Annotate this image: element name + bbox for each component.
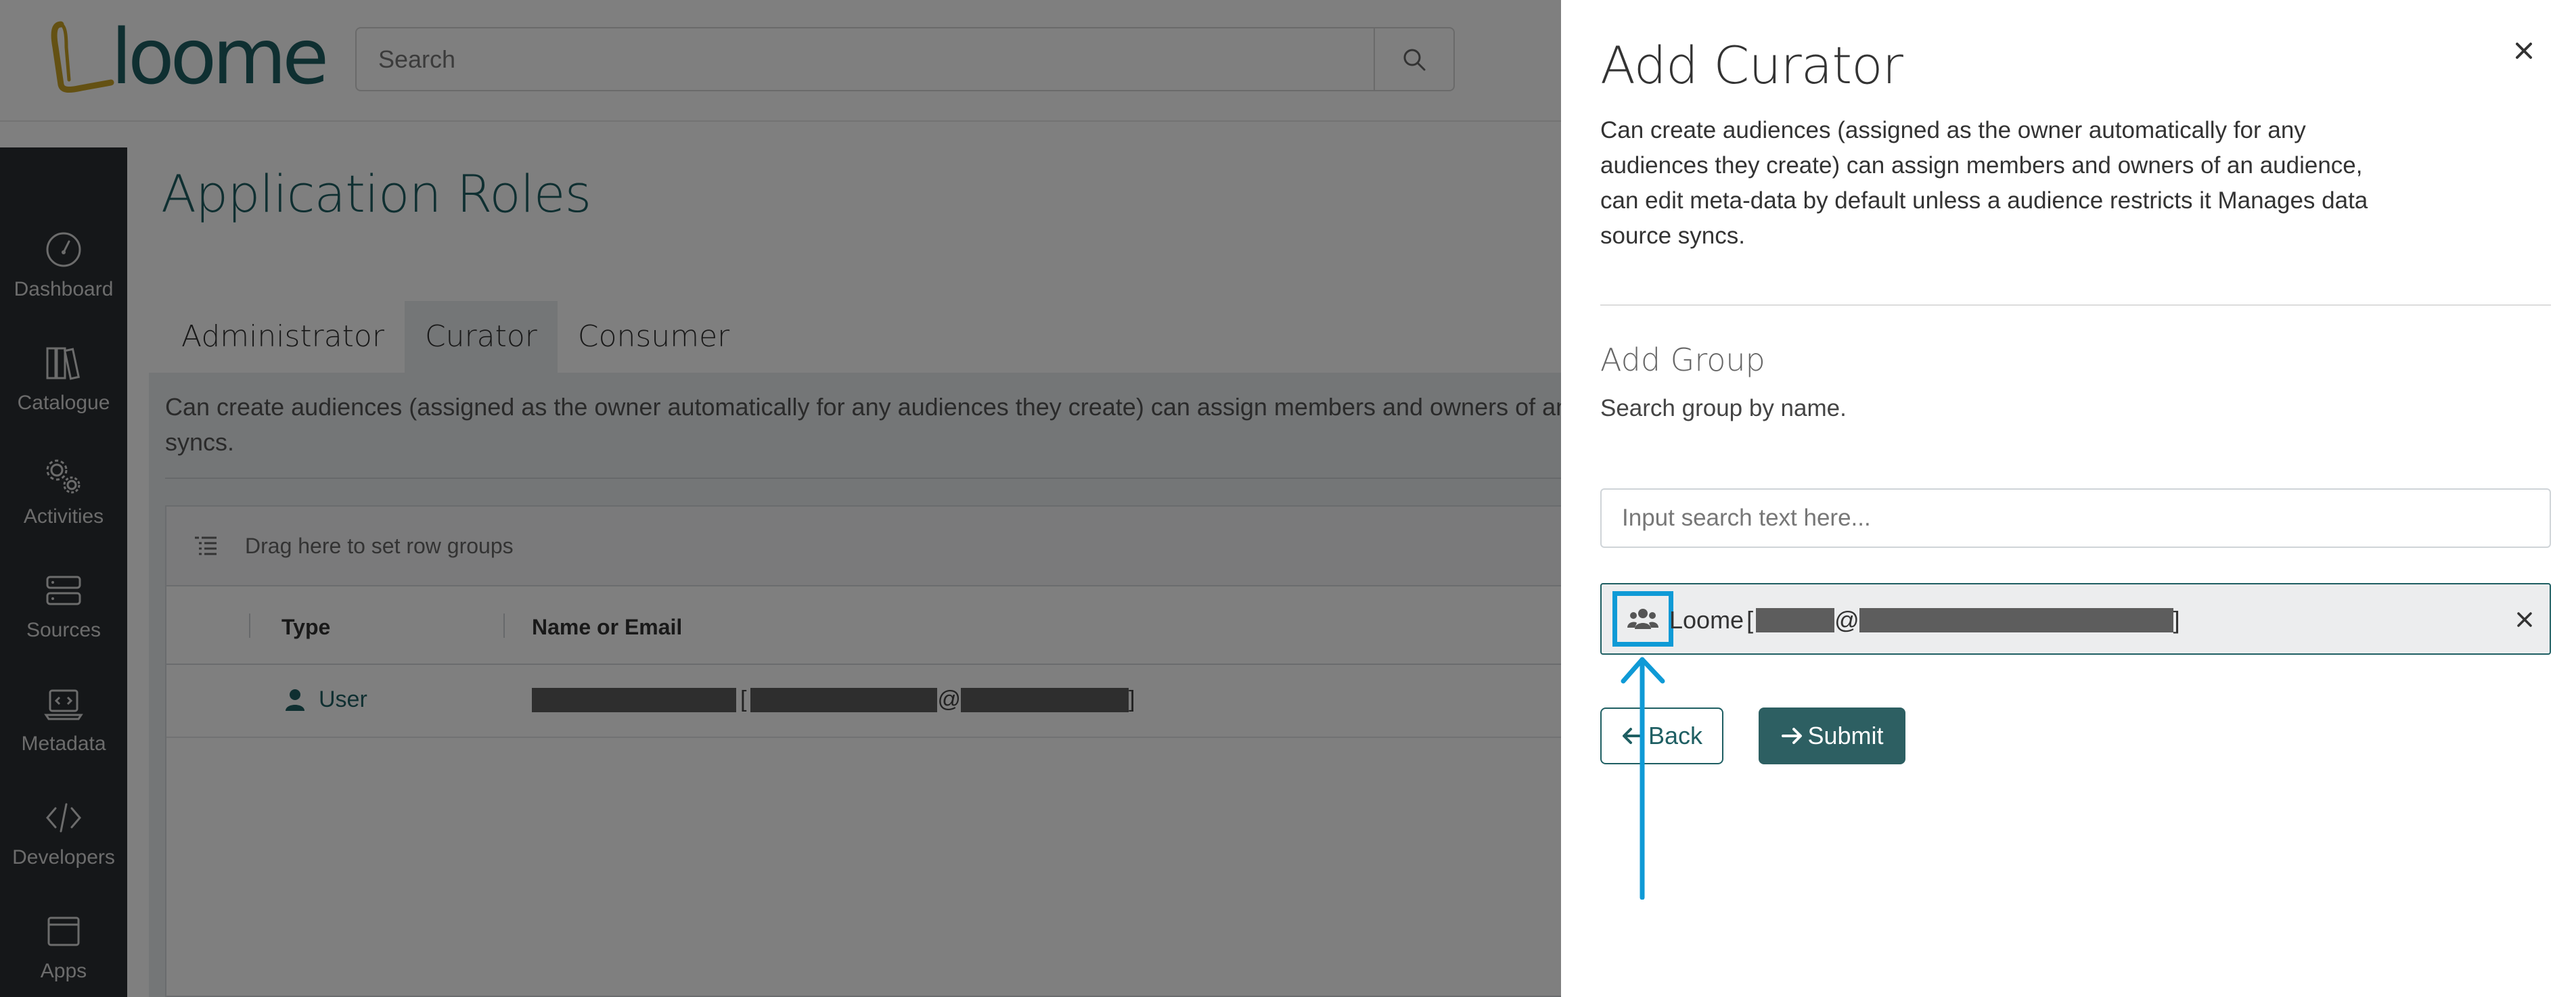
- modal-backdrop[interactable]: [0, 0, 1561, 997]
- redacted-email-user: [1756, 608, 1835, 632]
- submit-button[interactable]: Submit: [1759, 708, 1905, 764]
- close-icon: [2517, 612, 2532, 627]
- annotation-arrow-icon: [1621, 657, 1665, 900]
- submit-button-label: Submit: [1807, 722, 1884, 749]
- close-panel-button[interactable]: [2504, 30, 2544, 71]
- redacted-email-domain: [1859, 608, 2173, 632]
- selected-group-label: Loome [ @ ]: [1669, 606, 2180, 634]
- group-icon-highlight: [1612, 591, 1673, 647]
- section-hint: Search group by name.: [1600, 395, 1847, 421]
- arrow-right-icon: [1782, 728, 1803, 744]
- panel-title: Add Curator: [1600, 35, 1903, 95]
- close-icon: [2516, 43, 2532, 59]
- remove-group-button[interactable]: [2510, 605, 2539, 634]
- group-icon: [1627, 609, 1658, 629]
- section-title: Add Group: [1600, 342, 1765, 378]
- panel-description: Can create audiences (assigned as the ow…: [1600, 117, 2368, 249]
- bracket-open: [: [1746, 606, 1754, 634]
- divider: [1600, 304, 2551, 306]
- at-sign: @: [1834, 606, 1859, 634]
- group-name: Loome: [1669, 606, 1744, 634]
- group-search-input[interactable]: [1600, 488, 2551, 548]
- bracket-close: ]: [2173, 606, 2180, 634]
- selected-group-item[interactable]: Loome [ @ ]: [1600, 583, 2551, 655]
